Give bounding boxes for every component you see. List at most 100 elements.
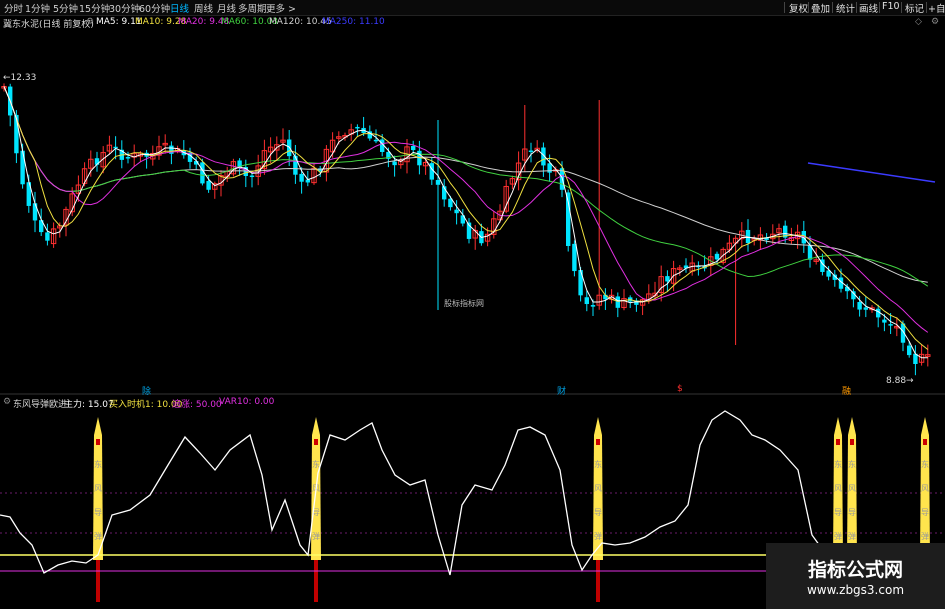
missile-exhaust bbox=[596, 560, 600, 602]
ma5-line bbox=[3, 86, 928, 359]
overlay-button[interactable]: 叠加 bbox=[811, 1, 830, 15]
candle-body bbox=[249, 175, 255, 178]
missile-marker bbox=[596, 439, 600, 445]
tab-15min[interactable]: 15分钟 bbox=[79, 1, 110, 15]
add-favorite-button[interactable]: +自选 bbox=[928, 1, 945, 15]
missile-label: 风 bbox=[834, 484, 842, 493]
ma250-value: MA250: 11.10 bbox=[322, 17, 385, 27]
watermark-url: www.zbgs3.com bbox=[806, 583, 905, 597]
tab-weekly[interactable]: 周线 bbox=[194, 1, 213, 15]
watermark-title: 指标公式网 bbox=[807, 559, 903, 581]
tab-60min[interactable]: 60分钟 bbox=[139, 1, 170, 15]
candle-body bbox=[454, 209, 459, 214]
ma60-line bbox=[3, 86, 929, 287]
candle-body bbox=[125, 157, 131, 159]
toolbar-divider bbox=[808, 2, 809, 13]
period-toolbar: 分时 1分钟 5分钟 15分钟 30分钟 60分钟 日线 周线 月线 多周期 更… bbox=[0, 0, 945, 16]
tab-time-share[interactable]: 分时 bbox=[4, 1, 23, 15]
toolbar-divider bbox=[856, 2, 857, 13]
tab-1min[interactable]: 1分钟 bbox=[25, 1, 50, 15]
candle-body bbox=[411, 145, 416, 151]
missile-label: 风 bbox=[921, 484, 929, 493]
mark-button[interactable]: 标记 bbox=[905, 1, 924, 15]
candlestick-chart[interactable] bbox=[0, 30, 945, 395]
candle-body bbox=[392, 161, 397, 166]
small-watermark: 股标指标网 bbox=[444, 299, 484, 308]
chevron-right-icon: > bbox=[285, 4, 296, 15]
candle-body bbox=[578, 270, 583, 296]
candle-body bbox=[714, 253, 720, 260]
candle-body bbox=[299, 173, 304, 182]
candle-body bbox=[528, 150, 534, 153]
missile-label: 东 bbox=[312, 459, 320, 469]
event-marker-dollar[interactable]: $ bbox=[677, 384, 683, 394]
missile-marker bbox=[314, 439, 318, 445]
ma-info-line: 冀东水泥(日线 前复权) ⚙ MA5: 9.11 MA10: 9.28 MA20… bbox=[0, 16, 945, 30]
missile-label: 东 bbox=[94, 459, 102, 469]
ma120-line bbox=[3, 86, 928, 283]
missile-label: 导 bbox=[594, 508, 602, 517]
toolbar-divider bbox=[784, 2, 785, 13]
toolbar-divider bbox=[879, 2, 880, 13]
settings-gear-icon[interactable]: ⚙ bbox=[86, 17, 94, 27]
tab-more[interactable]: 更多 > bbox=[266, 1, 296, 15]
draw-line-button[interactable]: 画线 bbox=[859, 1, 878, 15]
tab-daily[interactable]: 日线 bbox=[170, 1, 189, 15]
missile-marker bbox=[923, 439, 927, 445]
missile-marker bbox=[850, 439, 854, 445]
f10-button[interactable]: F10 bbox=[882, 1, 900, 12]
candle-body bbox=[293, 155, 298, 175]
candle-body bbox=[572, 243, 577, 272]
candle-body bbox=[373, 139, 379, 142]
missile-label: 东 bbox=[921, 459, 929, 469]
tab-5min[interactable]: 5分钟 bbox=[53, 1, 78, 15]
candle-body bbox=[32, 203, 38, 221]
missile-label: 导 bbox=[834, 508, 842, 517]
tab-multi-period[interactable]: 多周期 bbox=[238, 1, 267, 15]
missile-marker bbox=[96, 439, 100, 445]
tab-monthly[interactable]: 月线 bbox=[217, 1, 236, 15]
missile-label: 弹 bbox=[94, 531, 102, 541]
candle-body bbox=[907, 345, 912, 356]
candle-body bbox=[888, 324, 893, 326]
missile-label: 弹 bbox=[848, 531, 856, 541]
toolbar-divider bbox=[901, 2, 902, 13]
diamond-icon[interactable]: ◇ bbox=[915, 17, 922, 27]
candle-body bbox=[20, 150, 25, 185]
ma250-line bbox=[807, 162, 936, 183]
statistics-button[interactable]: 统计 bbox=[836, 1, 855, 15]
price-low-value: 8.88 bbox=[886, 376, 907, 386]
toolbar-divider bbox=[832, 2, 833, 13]
gear-icon[interactable]: ⚙ bbox=[931, 17, 939, 27]
adjust-button[interactable]: 复权 bbox=[789, 1, 808, 15]
candle-body bbox=[857, 302, 862, 310]
candle-body bbox=[615, 296, 620, 308]
tab-30min[interactable]: 30分钟 bbox=[109, 1, 140, 15]
price-low-label: 8.88→ bbox=[886, 376, 914, 386]
ma20-line bbox=[3, 86, 929, 333]
missile-label: 导 bbox=[848, 508, 856, 517]
missile-label: 东 bbox=[834, 459, 842, 469]
candle-body bbox=[584, 297, 589, 305]
missile-label: 导 bbox=[94, 508, 102, 517]
missile-label: 风 bbox=[94, 484, 102, 493]
missile-label: 东 bbox=[848, 459, 856, 469]
missile-label: 弹 bbox=[594, 531, 602, 541]
candle-body bbox=[845, 286, 850, 292]
missile-marker bbox=[836, 439, 840, 445]
missile-label: 风 bbox=[594, 484, 602, 493]
price-high-label: ←12.33 bbox=[3, 73, 37, 83]
ma10-line bbox=[3, 86, 929, 350]
missile-label: 导 bbox=[921, 508, 929, 517]
candle-body bbox=[882, 319, 887, 323]
candle-body bbox=[45, 232, 50, 241]
stock-title[interactable]: 冀东水泥(日线 前复权) bbox=[3, 17, 94, 30]
candle-body bbox=[665, 276, 670, 282]
missile-exhaust bbox=[96, 560, 100, 602]
site-watermark: 指标公式网 www.zbgs3.com bbox=[766, 543, 945, 609]
toolbar-divider bbox=[926, 2, 927, 13]
missile-label: 东 bbox=[594, 459, 602, 469]
candle-body bbox=[206, 180, 211, 190]
price-high-value: 12.33 bbox=[10, 73, 37, 83]
candle-body bbox=[590, 305, 596, 307]
